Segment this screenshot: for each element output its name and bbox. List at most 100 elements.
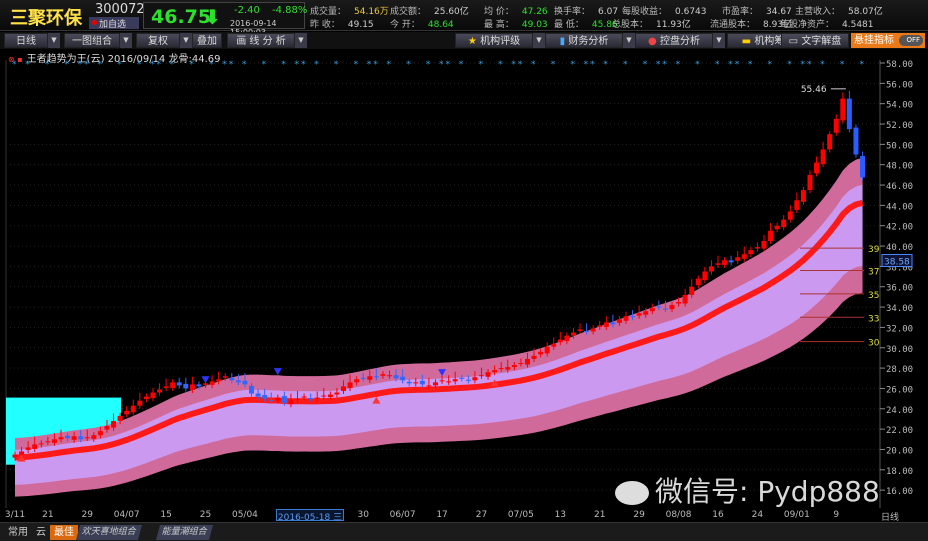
stat-value: 48.64 [427, 20, 454, 30]
candle-body [518, 363, 524, 365]
x-tick-label: 17 [436, 510, 448, 520]
candle-body [209, 381, 215, 385]
chevron-down-icon[interactable]: ▼ [120, 33, 132, 48]
signal-star: * [209, 60, 214, 70]
signal-star: * [78, 60, 83, 70]
candle-body [689, 286, 695, 295]
candle-body [111, 420, 117, 428]
candle-body [616, 319, 622, 323]
chevron-down-icon[interactable]: ▼ [180, 33, 192, 48]
combo-select[interactable]: 一图组合 [64, 33, 120, 48]
chevron-down-icon[interactable]: ▼ [295, 33, 307, 48]
candle-body [846, 98, 852, 130]
candle-body [715, 263, 721, 265]
period-select[interactable]: 日线 [4, 33, 48, 48]
add-favorite-button[interactable]: 加自选 [89, 17, 139, 30]
hang-indicator-toggle[interactable]: 悬挂指标 OFF [851, 33, 925, 48]
candlestick-chart[interactable]: 58.00 56.00 54.00 52.00 50.00 48.00 46.00 44.00… [0, 60, 928, 508]
stat-label: 主营收入： [795, 7, 841, 17]
signal-star: * [459, 60, 464, 70]
watermark-text: 微信号: Pydp888 [655, 475, 880, 508]
candle-body [570, 332, 576, 336]
candle-body [531, 355, 537, 359]
candle-body [498, 368, 504, 370]
candle-body [735, 257, 741, 261]
chevron-down-icon[interactable]: ▼ [623, 33, 635, 48]
candle-body [51, 439, 57, 443]
candle-body [603, 322, 609, 327]
y-tick-label: 56.00 [886, 80, 913, 90]
candle-body [360, 377, 366, 379]
tab-1[interactable]: 云 [32, 525, 50, 540]
candle-body [380, 374, 386, 376]
rating-button[interactable]: ★ 机构评级 [455, 33, 533, 48]
candle-body [12, 454, 18, 458]
candle-body [255, 393, 261, 397]
signal-star: * [511, 60, 516, 70]
stat-item: 最 低： 45.86 [554, 17, 618, 30]
candle-body [702, 271, 708, 281]
signal-star: * [768, 60, 773, 70]
chevron-down-icon[interactable]: ▼ [713, 33, 725, 48]
last-price: 46.75 [151, 6, 212, 28]
y-tick-label: 22.00 [886, 426, 913, 436]
y-tick-label: 24.00 [886, 406, 913, 416]
overlay-button[interactable]: 叠加 [192, 33, 222, 48]
candle-body [117, 415, 123, 421]
x-axis: 2016-05-18 三 日线 3/11 21 29 04/07 15 25 05/04 30… [0, 508, 928, 523]
x-tick-label: 21 [593, 510, 606, 520]
tab-0[interactable]: 常用 [4, 525, 32, 540]
candle-body [505, 367, 511, 370]
stat-value: 4.5481 [842, 20, 874, 30]
chevron-down-icon[interactable]: ▼ [48, 33, 60, 48]
sell-signal-icon [273, 368, 282, 376]
tab-2[interactable]: 最佳 [50, 525, 78, 540]
y-tick-label: 50.00 [886, 141, 913, 151]
candle-body [334, 392, 340, 395]
tab-4[interactable]: 能量潮组合 [155, 525, 214, 540]
y-tick-label: 18.00 [886, 467, 913, 477]
chevron-down-icon[interactable]: ▼ [533, 33, 545, 48]
control-button[interactable]: ● 控盘分析 [635, 33, 713, 48]
stat-item: 最 高： 49.03 [484, 17, 548, 30]
candle-body [492, 370, 498, 373]
x-tick-label: 21 [42, 510, 54, 520]
candle-body [662, 308, 668, 310]
signal-star: * [137, 60, 142, 70]
card-icon: ▬ [741, 36, 755, 47]
y-tick-label: 40.00 [886, 243, 913, 253]
signal-star: * [242, 60, 247, 70]
toggle-switch[interactable]: OFF [899, 35, 923, 46]
x-tick-label: 09/01 [783, 510, 810, 520]
level-label: 35 [868, 291, 879, 301]
stat-value: 0.6743 [675, 7, 707, 17]
candle-body [419, 380, 425, 385]
signal-star: * [662, 60, 667, 70]
stat-value: 6.07 [598, 7, 619, 17]
candle-body [275, 397, 281, 401]
level-label: 39 [868, 245, 880, 255]
x-tick-label: 04/07 [113, 510, 140, 520]
stock-code: 300072 [95, 2, 145, 17]
adjust-select[interactable]: 复权 [136, 33, 180, 48]
finance-button[interactable]: ▮ 财务分析 [545, 33, 623, 48]
stat-label: 总股本： [612, 20, 649, 30]
candle-body [38, 443, 44, 445]
signal-star: * [367, 60, 372, 70]
candle-body [787, 211, 793, 220]
candle-body [104, 426, 110, 430]
tab-3[interactable]: 欢天喜地组合 [75, 525, 143, 540]
y-tick-label: 26.00 [886, 385, 913, 395]
sell-signal-icon [201, 376, 210, 384]
candle-body [853, 127, 859, 155]
stat-label: 市盈率： [722, 7, 759, 17]
toolbar: 日线 ▼ 一图组合 ▼ 复权 ▼ 叠加 画 线 分 析 ▼ ★ 机构评级 ▼ ▮ 财务分析… [0, 32, 928, 49]
stock-name: 三聚环保 [10, 8, 82, 29]
x-tick-label: 05/04 [231, 510, 258, 520]
stat-label: 成交额： [390, 7, 427, 17]
text-analysis-button[interactable]: ▭ 文字解盘 [781, 33, 849, 48]
signal-star: * [656, 60, 661, 70]
draw-analysis-select[interactable]: 画 线 分 析 [227, 33, 295, 48]
candle-body [406, 381, 412, 384]
candle-body [833, 118, 839, 133]
